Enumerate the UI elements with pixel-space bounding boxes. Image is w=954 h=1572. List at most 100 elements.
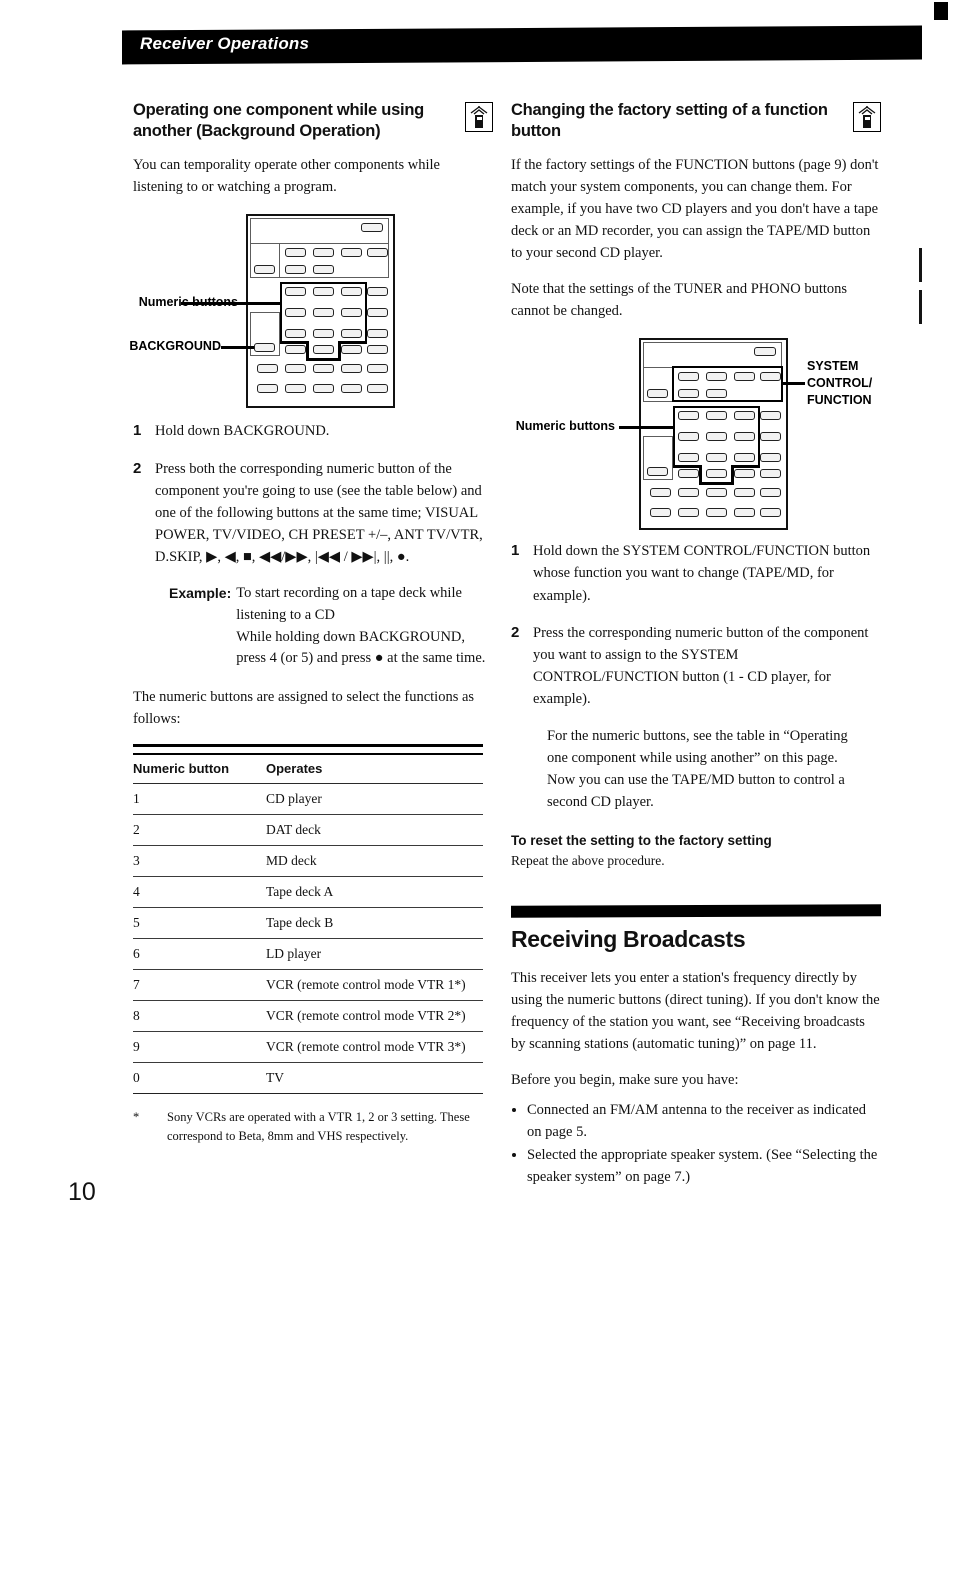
table-cell-operates: LD player bbox=[266, 938, 483, 971]
table-row: 2 DAT deck bbox=[133, 814, 483, 847]
left-column: Operating one component while using anot… bbox=[129, 100, 493, 1146]
remote-transport-8 bbox=[706, 508, 727, 518]
remote-transport-4 bbox=[341, 364, 362, 374]
table-cell-numeric-button: 5 bbox=[133, 907, 266, 940]
right-step-1-number: 1 bbox=[511, 542, 520, 560]
remote-transport-2 bbox=[285, 364, 306, 374]
left-step-2: 2 Press both the corresponding numeric b… bbox=[133, 458, 493, 568]
signal-waves-icon bbox=[858, 106, 876, 115]
remote-row-button-c bbox=[760, 469, 781, 479]
table-header-operates: Operates bbox=[266, 754, 483, 785]
numeric-group-notch-right bbox=[731, 465, 760, 469]
numeric-group-notch-bottom bbox=[306, 358, 341, 362]
numeric-group-notch-rightup bbox=[731, 465, 734, 486]
remote-transport-3 bbox=[313, 364, 334, 374]
numeric-group-notch-bottom bbox=[699, 482, 734, 486]
chapter-title: Receiving Broadcasts bbox=[511, 926, 746, 953]
remote-transport-7 bbox=[285, 384, 306, 394]
table-row: 9 VCR (remote control mode VTR 3*) bbox=[133, 1031, 483, 1064]
footnote-marker: * bbox=[133, 1110, 140, 1125]
remote-side-button-a bbox=[760, 411, 781, 421]
running-head-label: Receiver Operations bbox=[140, 34, 310, 53]
right-step-2-number: 2 bbox=[511, 623, 520, 641]
right-paragraph-2: Note that the settings of the TUNER and … bbox=[511, 281, 848, 320]
remote-transport-3 bbox=[706, 488, 727, 498]
table-row: 0 TV bbox=[133, 1062, 483, 1095]
table-row: 3 MD deck bbox=[133, 845, 483, 878]
background-callout-label: BACKGROUND bbox=[129, 339, 221, 354]
right-step-note: For the numeric buttons, see the table i… bbox=[547, 727, 848, 810]
table-cell-operates: TV bbox=[266, 1062, 483, 1095]
remote-left-button-upper bbox=[647, 389, 668, 399]
numeric-button-0 bbox=[313, 345, 334, 355]
table-header-row: Numeric button Operates bbox=[133, 754, 483, 785]
remote-transport-1 bbox=[650, 488, 671, 498]
footnote-text: Sony VCRs are operated with a VTR 1, 2 o… bbox=[167, 1110, 470, 1144]
table-header-numeric-button: Numeric button bbox=[133, 754, 266, 785]
table-cell-operates: CD player bbox=[266, 783, 483, 816]
table-cell-numeric-button: 9 bbox=[133, 1031, 266, 1064]
table-cell-operates: Tape deck A bbox=[266, 876, 483, 909]
remote-body-icon bbox=[475, 115, 483, 128]
numeric-assignment-table: Numeric button Operates 1 CD player 2 DAT d… bbox=[133, 753, 483, 1095]
reset-subheading: To reset the setting to the factory sett… bbox=[511, 832, 772, 848]
chapter-bar bbox=[511, 904, 881, 918]
corner-mark bbox=[934, 2, 948, 20]
numeric-group-notch-left bbox=[280, 341, 309, 345]
right-step-2: 2 Press the corresponding numeric button… bbox=[511, 622, 881, 710]
table-row: 4 Tape deck A bbox=[133, 876, 483, 909]
table-row: 8 VCR (remote control mode VTR 2*) bbox=[133, 1000, 483, 1033]
table-cell-numeric-button: 1 bbox=[133, 783, 266, 816]
remote-side-button-c bbox=[367, 329, 388, 339]
numeric-button-0 bbox=[706, 469, 727, 479]
table-cell-numeric-button: 4 bbox=[133, 876, 266, 909]
table-row: 7 VCR (remote control mode VTR 1*) bbox=[133, 969, 483, 1002]
remote-row-button-b bbox=[341, 345, 362, 355]
remote-fn-button-4 bbox=[367, 248, 388, 258]
background-button bbox=[647, 467, 668, 477]
table-footnote: * Sony VCRs are operated with a VTR 1, 2… bbox=[133, 1108, 493, 1146]
remote-transport-10 bbox=[367, 384, 388, 394]
manual-page: Receiver Operations Operating one compon… bbox=[0, 0, 954, 1572]
numeric-group-notch-left bbox=[673, 465, 702, 469]
table-cell-operates: Tape deck B bbox=[266, 907, 483, 940]
numeric-callout-label: Numeric buttons bbox=[515, 419, 615, 434]
remote-row-button-a bbox=[285, 345, 306, 355]
table-cell-numeric-button: 6 bbox=[133, 938, 266, 971]
left-section-heading: Operating one component while using anot… bbox=[133, 101, 425, 141]
left-step-1-text: Hold down BACKGROUND. bbox=[155, 423, 330, 440]
numeric-group-notch-rightup bbox=[338, 341, 341, 362]
remote-transport-1 bbox=[257, 364, 278, 374]
list-item: Connected an FM/AM antenna to the receiv… bbox=[527, 1099, 881, 1143]
system-control-callout-label: SYSTEM CONTROL/ FUNCTION bbox=[807, 359, 873, 407]
remote-transport-4 bbox=[734, 488, 755, 498]
right-heading-row: Changing the factory setting of a functi… bbox=[511, 100, 881, 154]
remote-fn-button-5 bbox=[285, 265, 306, 275]
table-cell-numeric-button: 2 bbox=[133, 814, 266, 847]
remote-power-button bbox=[754, 347, 776, 357]
table-cell-operates: MD deck bbox=[266, 845, 483, 878]
remote-transport-9 bbox=[341, 384, 362, 394]
list-item: Selected the appropriate speaker system.… bbox=[527, 1144, 881, 1188]
remote-transport-8 bbox=[313, 384, 334, 394]
remote-body-icon bbox=[863, 115, 871, 128]
example-text: To start recording on a tape deck while … bbox=[236, 585, 486, 667]
remote-power-button bbox=[361, 223, 383, 233]
chapter-paragraph: This receiver lets you enter a station's… bbox=[511, 970, 880, 1053]
left-step-1: 1 Hold down BACKGROUND. bbox=[133, 420, 493, 443]
remote-fn-button-6 bbox=[313, 265, 334, 275]
remote-side-button-c bbox=[760, 453, 781, 463]
remote-fn-button-2 bbox=[313, 248, 334, 258]
background-callout-line bbox=[221, 346, 254, 350]
system-control-callout-line bbox=[783, 382, 805, 386]
numeric-buttons-group bbox=[280, 282, 367, 343]
right-step-2-text: Press the corresponding numeric button o… bbox=[533, 624, 869, 707]
page-number: 10 bbox=[68, 1178, 96, 1206]
remote-control-icon bbox=[465, 102, 493, 132]
system-control-function-group bbox=[672, 366, 783, 403]
table-row: 5 Tape deck B bbox=[133, 907, 483, 940]
remote-row-button-c bbox=[367, 345, 388, 355]
right-step-1: 1 Hold down the SYSTEM CONTROL/FUNCTION … bbox=[511, 540, 881, 606]
table-row: 1 CD player bbox=[133, 783, 483, 816]
background-button bbox=[254, 343, 275, 353]
